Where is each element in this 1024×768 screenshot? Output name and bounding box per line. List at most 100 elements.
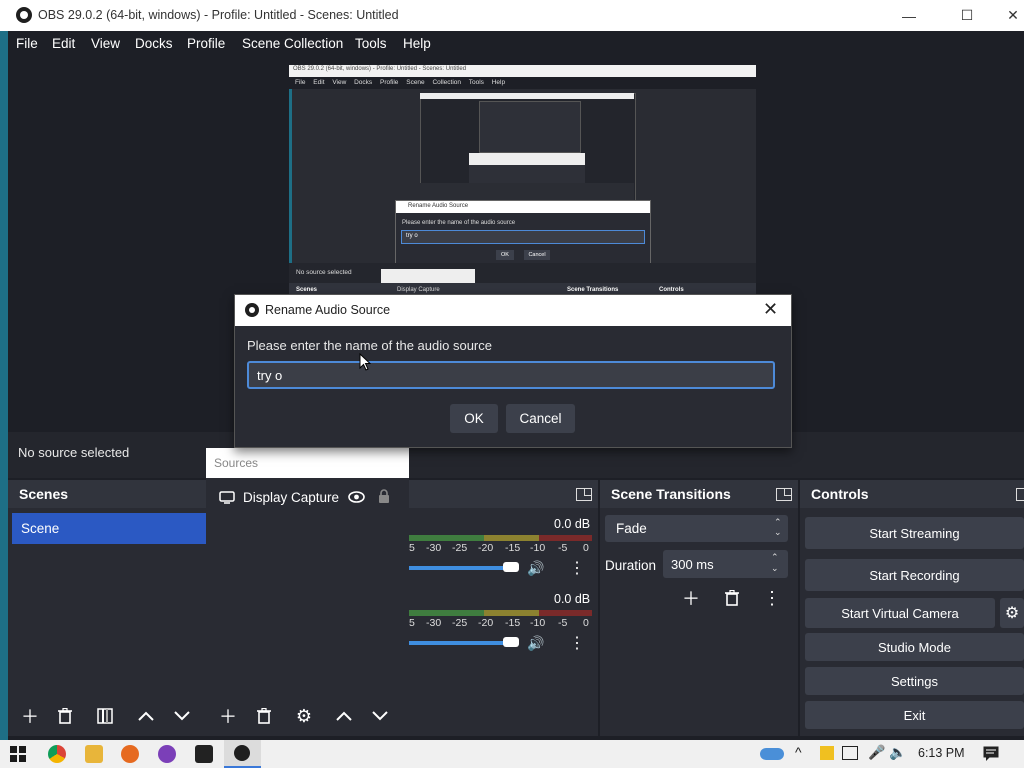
microphone-icon[interactable]: 🎤 <box>868 744 885 761</box>
menu-help[interactable]: Help <box>403 36 431 51</box>
menu-file[interactable]: File <box>16 36 38 51</box>
onedrive-cloud-icon[interactable] <box>760 748 784 760</box>
duration-spinbox[interactable]: 300 ms ⌃ ⌄ <box>663 550 788 578</box>
remove-scene-trash-icon[interactable] <box>51 704 79 728</box>
duration-value: 300 ms <box>671 557 714 572</box>
action-center-icon[interactable] <box>983 746 999 761</box>
start-recording-button[interactable]: Start Recording <box>805 559 1024 591</box>
tick: -10 <box>530 542 546 554</box>
volume-slider-2[interactable] <box>409 641 504 645</box>
volume-slider-handle-2[interactable] <box>503 637 519 647</box>
undock-icon[interactable] <box>576 488 592 501</box>
scene-transitions-title: Scene Transitions <box>611 486 731 502</box>
chrome-icon[interactable] <box>48 745 66 763</box>
volume-icon[interactable]: 🔈 <box>889 744 906 761</box>
nested-status: No source selected <box>296 269 352 276</box>
settings-button[interactable]: Settings <box>805 667 1024 695</box>
app-icon[interactable] <box>158 745 176 763</box>
dialog-close-icon[interactable]: ✕ <box>763 299 778 320</box>
speaker-icon-1[interactable]: 🔊 <box>527 560 544 577</box>
tick: -20 <box>478 617 494 629</box>
add-source-icon[interactable]: ＋ <box>214 704 242 728</box>
undock-transitions-icon[interactable] <box>776 488 792 501</box>
nested-scene-transitions: Scene Transitions <box>567 287 619 293</box>
ok-button[interactable]: OK <box>450 404 498 433</box>
start-virtual-camera-button[interactable]: Start Virtual Camera <box>805 598 995 628</box>
tick: -5 <box>558 617 568 629</box>
tick: -25 <box>452 617 468 629</box>
scene-filters-icon[interactable] <box>91 704 119 728</box>
rename-audio-source-dialog: Rename Audio Source ✕ Please enter the n… <box>234 294 792 448</box>
windows-taskbar: ^ 🎤 🔈 6:13 PM <box>0 740 1024 768</box>
source-properties-gear-icon[interactable]: ⚙ <box>290 704 318 728</box>
window-titlebar: OBS 29.0.2 (64-bit, windows) - Profile: … <box>0 0 1024 31</box>
command-prompt-icon[interactable] <box>195 745 213 763</box>
move-source-up-icon[interactable] <box>330 704 358 728</box>
clock-time[interactable]: 6:13 PM <box>918 746 965 760</box>
obs-icon <box>234 745 250 761</box>
menu-view[interactable]: View <box>91 36 120 51</box>
windows-start-icon[interactable] <box>10 746 26 762</box>
controls-header: Controls <box>800 480 1024 508</box>
mixer-menu-icon-2[interactable]: ⋮ <box>569 633 585 653</box>
cancel-button[interactable]: Cancel <box>506 404 575 433</box>
move-source-down-icon[interactable] <box>366 704 394 728</box>
remove-transition-trash-icon[interactable] <box>718 586 746 610</box>
network-icon[interactable] <box>842 746 858 760</box>
source-item[interactable]: Display Capture <box>206 484 409 510</box>
tick: -15 <box>505 617 521 629</box>
spin-arrows-icon[interactable]: ⌃ ⌄ <box>771 552 779 574</box>
audio-source-name-input[interactable] <box>247 361 775 389</box>
studio-mode-button[interactable]: Studio Mode <box>805 633 1024 661</box>
mixer-menu-icon-1[interactable]: ⋮ <box>569 558 585 578</box>
tick: 0 <box>583 542 589 554</box>
transition-menu-icon[interactable]: ⋮ <box>758 586 786 610</box>
menu-edit[interactable]: Edit <box>52 36 75 51</box>
file-explorer-icon[interactable] <box>85 745 103 763</box>
nested-scenes: Scenes <box>296 287 318 293</box>
sources-dock-titlebar[interactable]: Sources <box>206 448 409 478</box>
menu-docks[interactable]: Docks <box>135 36 173 51</box>
volume-slider-1[interactable] <box>409 566 504 570</box>
scene-item[interactable]: Scene <box>12 513 206 544</box>
minimize-button[interactable]: — <box>886 0 932 31</box>
obs-taskbar-button[interactable] <box>224 740 261 768</box>
visibility-eye-icon[interactable] <box>348 491 365 503</box>
virtual-camera-settings-gear-icon[interactable]: ⚙ <box>1000 598 1024 628</box>
dialog-titlebar: Rename Audio Source ✕ <box>235 295 791 326</box>
meter-green-1 <box>409 535 484 541</box>
scene-transitions-dock: Scene Transitions Fade ⌃ ⌄ Duration 300 m… <box>600 480 798 736</box>
menu-tools[interactable]: Tools <box>355 36 387 51</box>
show-hidden-icons-chevron-up-icon[interactable]: ^ <box>795 744 802 760</box>
remove-source-trash-icon[interactable] <box>250 704 278 728</box>
move-scene-down-icon[interactable] <box>168 704 196 728</box>
menu-profile[interactable]: Profile <box>187 36 225 51</box>
close-window-button[interactable]: ✕ <box>990 0 1024 31</box>
volume-slider-handle-1[interactable] <box>503 562 519 572</box>
start-streaming-button[interactable]: Start Streaming <box>805 517 1024 549</box>
sources-dock: Sources Display Capture ＋ ⚙ <box>206 448 409 736</box>
add-transition-icon[interactable]: ＋ <box>677 586 705 610</box>
dialog-title: Rename Audio Source <box>265 303 391 317</box>
nested-cancel: Cancel <box>524 250 550 260</box>
tick: -25 <box>452 542 468 554</box>
notification-icon[interactable] <box>820 746 834 760</box>
menu-scene-collection[interactable]: Scene Collection <box>242 36 343 51</box>
obs-logo-icon <box>245 303 259 317</box>
controls-title: Controls <box>811 486 869 502</box>
move-scene-up-icon[interactable] <box>132 704 160 728</box>
nested-dialog-value: try o <box>406 233 418 239</box>
add-scene-icon[interactable]: ＋ <box>16 704 44 728</box>
undock-controls-icon[interactable] <box>1016 488 1024 501</box>
firefox-icon[interactable] <box>121 745 139 763</box>
lock-icon[interactable] <box>378 489 390 504</box>
nested-menu: File Edit View Docks Profile Scene Colle… <box>295 79 506 86</box>
nested-preview-image: OBS 29.0.2 (64-bit, windows) - Profile: … <box>289 65 756 297</box>
maximize-button[interactable]: ☐ <box>944 0 990 31</box>
meter-red-2 <box>539 610 592 616</box>
transition-type-select[interactable]: Fade ⌃ ⌄ <box>605 515 788 542</box>
exit-button[interactable]: Exit <box>805 701 1024 729</box>
display-monitor-icon <box>219 491 235 504</box>
speaker-icon-2[interactable]: 🔊 <box>527 635 544 652</box>
meter-green-2 <box>409 610 484 616</box>
